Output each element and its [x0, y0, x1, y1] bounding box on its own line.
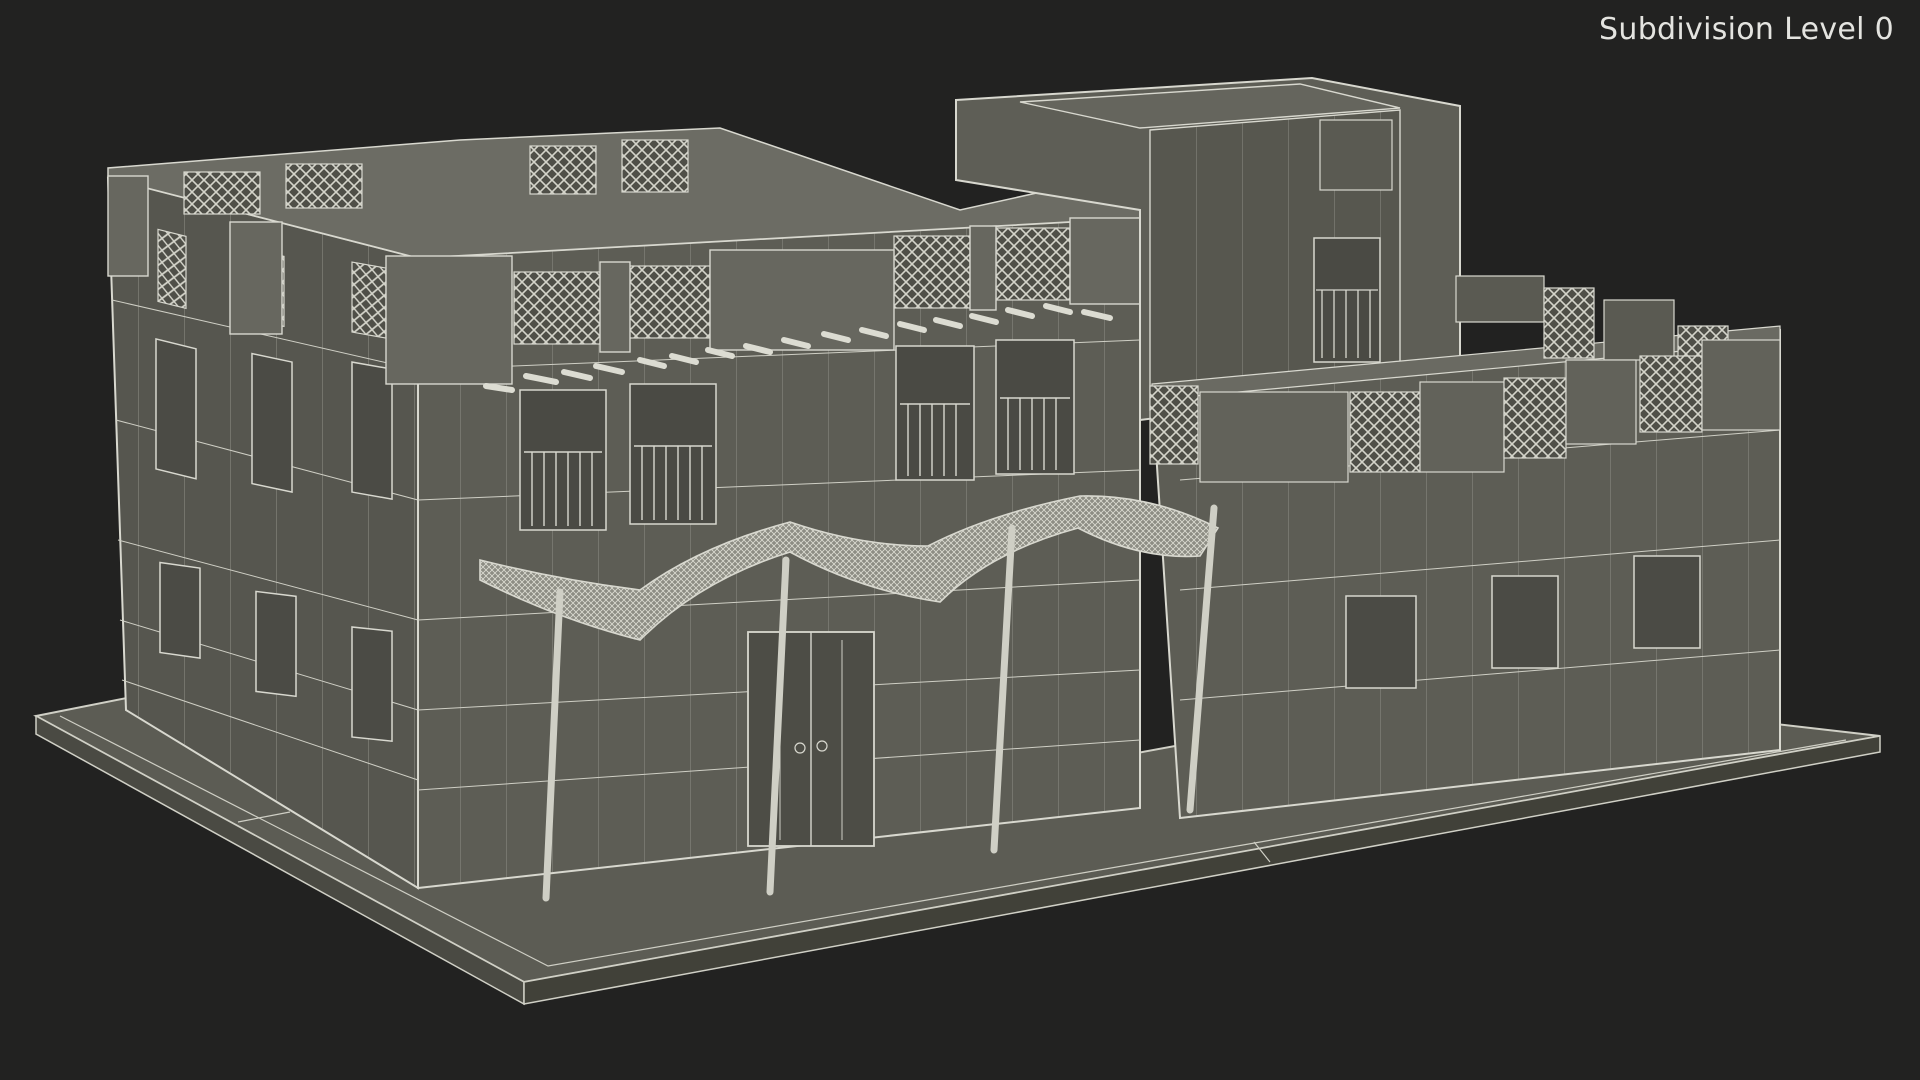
viewport: Subdivision Level 0 [0, 0, 1920, 1080]
upper-window-1 [519, 389, 607, 531]
upper-window-3 [895, 345, 975, 481]
upper-window-4 [995, 339, 1075, 475]
upper-window-2 [629, 383, 717, 525]
entrance-double-door [747, 631, 875, 847]
house-model-render [33, 76, 1881, 1006]
